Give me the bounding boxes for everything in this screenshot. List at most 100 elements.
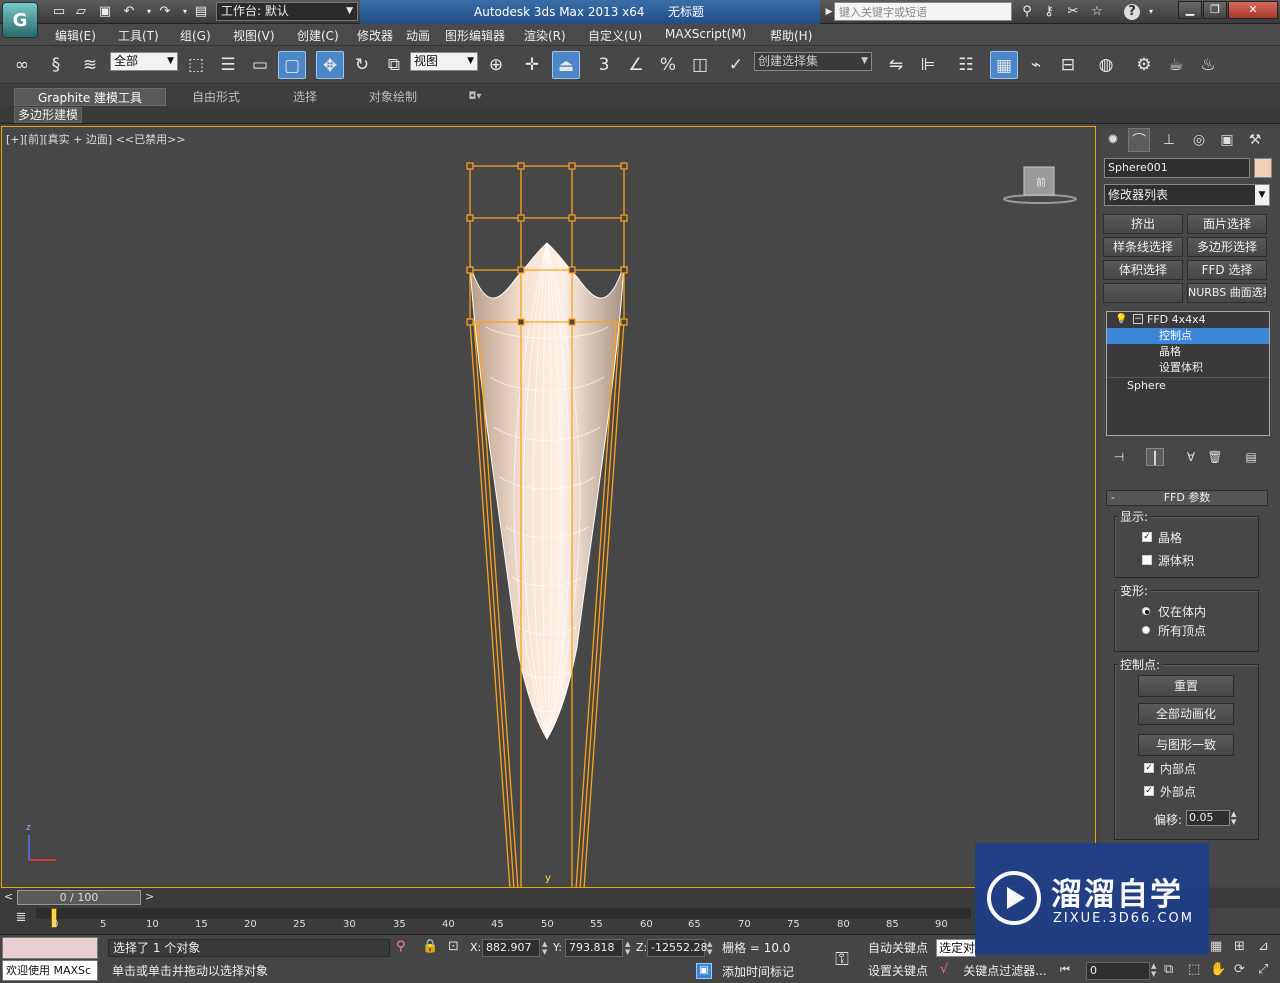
offset-spinner[interactable]: 0.05 <box>1186 810 1230 826</box>
time-prev-icon[interactable]: < <box>4 890 13 903</box>
help-icon[interactable]: ? <box>1124 4 1140 20</box>
menu-customize[interactable]: 自定义(U) <box>588 27 642 44</box>
y-coordinate-field[interactable]: 793.818 <box>565 939 623 957</box>
menu-graph-editors[interactable]: 图形编辑器 <box>445 27 505 44</box>
menu-tools[interactable]: 工具(T) <box>118 27 159 44</box>
key-filters-button[interactable]: 关键点过滤器... <box>958 961 1052 981</box>
rect-selection-icon[interactable]: ▭ <box>246 51 274 79</box>
reference-coord-dropdown[interactable]: 视图 ▼ <box>410 52 478 71</box>
open-file-icon[interactable]: ▱ <box>72 3 90 21</box>
pan-icon[interactable]: ✋ <box>1210 962 1226 977</box>
object-name-field[interactable]: Sphere001 <box>1104 158 1250 178</box>
create-tab-icon[interactable]: ✹ <box>1102 128 1124 152</box>
hierarchy-tab-icon[interactable]: ⊥ <box>1158 128 1180 152</box>
region-zoom-icon[interactable]: ⬚ <box>1188 962 1200 977</box>
undo-icon[interactable]: ↶ <box>120 3 138 21</box>
z-spinner-icon[interactable]: ▲ ▼ <box>707 940 712 956</box>
key-filter-icon[interactable]: √ <box>940 962 948 977</box>
select-manipulate-icon[interactable]: ✛ <box>518 51 546 79</box>
time-slider[interactable]: 0 / 100 <box>17 890 141 905</box>
frame-spinner-icon[interactable]: ▲ ▼ <box>1151 962 1156 978</box>
material-editor-icon[interactable]: ◍ <box>1092 51 1120 79</box>
window-crossing-icon[interactable]: ▢ <box>278 51 306 79</box>
animate-all-button[interactable]: 全部动画化 <box>1138 703 1234 725</box>
mod-spline-select-button[interactable]: 样条线选择 <box>1103 237 1183 257</box>
angle-snap-icon[interactable]: ∠ <box>622 51 650 79</box>
mod-vol-select-button[interactable]: 体积选择 <box>1103 260 1183 280</box>
stack-item-ffd[interactable]: FFD 4x4x4 <box>1107 312 1269 328</box>
unlink-icon[interactable]: § <box>42 51 70 79</box>
ribbon-options-icon[interactable]: ◘▾ <box>460 88 490 106</box>
key-mode-dropdown[interactable]: 选定对 <box>936 939 976 957</box>
mod-nurbs-select-button[interactable]: NURBS 曲面选择 <box>1187 283 1267 303</box>
stack-item-lattice[interactable]: 晶格 <box>1107 344 1269 360</box>
viewcube-face-label[interactable]: 前 <box>1029 174 1053 189</box>
mirror-icon[interactable]: ⇋ <box>882 51 910 79</box>
spinner-arrows-icon[interactable]: ▲ ▼ <box>1231 810 1236 826</box>
select-by-name-icon[interactable]: ☰ <box>214 51 242 79</box>
schematic-view-icon[interactable]: ⊟ <box>1054 51 1082 79</box>
scale-icon[interactable]: ⧉ <box>380 51 408 79</box>
app-menu-button[interactable]: G <box>2 2 38 38</box>
object-color-swatch[interactable] <box>1254 158 1272 178</box>
star-icon[interactable]: ☆ <box>1088 3 1106 21</box>
minimize-button[interactable]: ▁ <box>1178 1 1202 19</box>
make-unique-icon[interactable]: ∀ <box>1182 448 1200 466</box>
show-end-result-icon[interactable]: ┃ <box>1146 448 1164 466</box>
rendered-frame-icon[interactable]: ☕ <box>1162 51 1190 79</box>
motion-tab-icon[interactable]: ◎ <box>1188 128 1210 152</box>
source-volume-checkbox[interactable] <box>1142 555 1152 565</box>
tab-freeform[interactable]: 自由形式 <box>166 88 266 106</box>
menu-group[interactable]: 组(G) <box>180 27 211 44</box>
redo-icon[interactable]: ↷ <box>156 3 174 21</box>
stack-item-sphere[interactable]: Sphere <box>1107 378 1269 394</box>
binoculars-icon[interactable]: ⚲ <box>1018 3 1036 21</box>
workspace-dropdown[interactable]: 工作台: 默认 ▼ <box>216 2 358 21</box>
link-icon[interactable]: ∞ <box>8 51 36 79</box>
mod-ffd-select-button[interactable]: FFD 选择 <box>1187 260 1267 280</box>
align-icon[interactable]: ⊫ <box>914 51 942 79</box>
menu-edit[interactable]: 编辑(E) <box>55 27 96 44</box>
utilities-tab-icon[interactable]: ⚒ <box>1244 128 1266 152</box>
x-coordinate-field[interactable]: 882.907 <box>482 939 540 957</box>
zoom-all-icon[interactable]: ⊞ <box>1234 939 1245 954</box>
bind-spacewarp-icon[interactable]: ≋ <box>76 51 104 79</box>
mod-extrude-button[interactable]: 挤出 <box>1103 214 1183 234</box>
polygon-modeling-panel[interactable]: 多边形建模 <box>14 107 83 123</box>
configure-sets-icon[interactable]: ▤ <box>1242 448 1260 466</box>
z-coordinate-field[interactable]: -12552.28 <box>647 939 707 957</box>
zoom-extents-icon[interactable]: ▦ <box>1210 939 1222 954</box>
modifier-list-dropdown[interactable]: 修改器列表 ▼ <box>1104 184 1270 206</box>
maximize-viewport-icon[interactable]: ⤢ <box>1258 962 1268 977</box>
add-time-tag[interactable]: 添加时间标记 <box>722 962 794 982</box>
time-config-icon[interactable]: ⧉ <box>1164 962 1173 977</box>
rotate-icon[interactable]: ↻ <box>348 51 376 79</box>
front-viewport[interactable]: [+][前][真实 + 边面] <<已禁用>> z y 前 <box>1 126 1096 888</box>
welcome-text[interactable]: 欢迎使用 MAXSc <box>2 960 98 981</box>
time-next-icon[interactable]: > <box>145 890 154 903</box>
mod-poly-select-button[interactable]: 多边形选择 <box>1187 237 1267 257</box>
layer-manager-icon[interactable]: ☷ <box>952 51 980 79</box>
y-spinner-icon[interactable]: ▲ ▼ <box>625 940 630 956</box>
lattice-checkbox[interactable]: ✓ <box>1142 532 1152 542</box>
outside-points-checkbox[interactable]: ✓ <box>1144 786 1154 796</box>
ffd-params-rollout[interactable]: - FFD 参数 <box>1106 490 1268 506</box>
edit-named-selection-icon[interactable]: ✓ <box>722 51 750 79</box>
render-teapot-icon[interactable]: ♨ <box>1194 51 1222 79</box>
tab-graphite[interactable]: Graphite 建模工具 <box>14 88 166 106</box>
stack-item-set-volume[interactable]: 设置体积 <box>1107 360 1269 376</box>
reset-button[interactable]: 重置 <box>1138 675 1234 697</box>
snaps-toggle-icon[interactable]: 3 <box>590 51 618 79</box>
menu-views[interactable]: 视图(V) <box>233 27 275 44</box>
current-frame-field[interactable]: 0 <box>1086 962 1150 980</box>
modify-tab-icon[interactable]: ⌒ <box>1128 128 1150 152</box>
set-key-icon[interactable]: ⚿ <box>826 946 858 974</box>
graphite-toggle-icon[interactable]: ▦ <box>990 51 1018 79</box>
remove-modifier-icon[interactable]: 🗑 <box>1206 448 1224 466</box>
set-key-button[interactable]: 设置关键点 <box>864 961 932 981</box>
time-tag-icon[interactable]: ▣ <box>696 963 712 979</box>
maximize-button[interactable]: ❐ <box>1203 1 1227 19</box>
selection-filter-dropdown[interactable]: 全部 ▼ <box>110 52 178 71</box>
mod-patch-select-button[interactable]: 面片选择 <box>1187 214 1267 234</box>
save-icon[interactable]: ▣ <box>96 3 114 21</box>
